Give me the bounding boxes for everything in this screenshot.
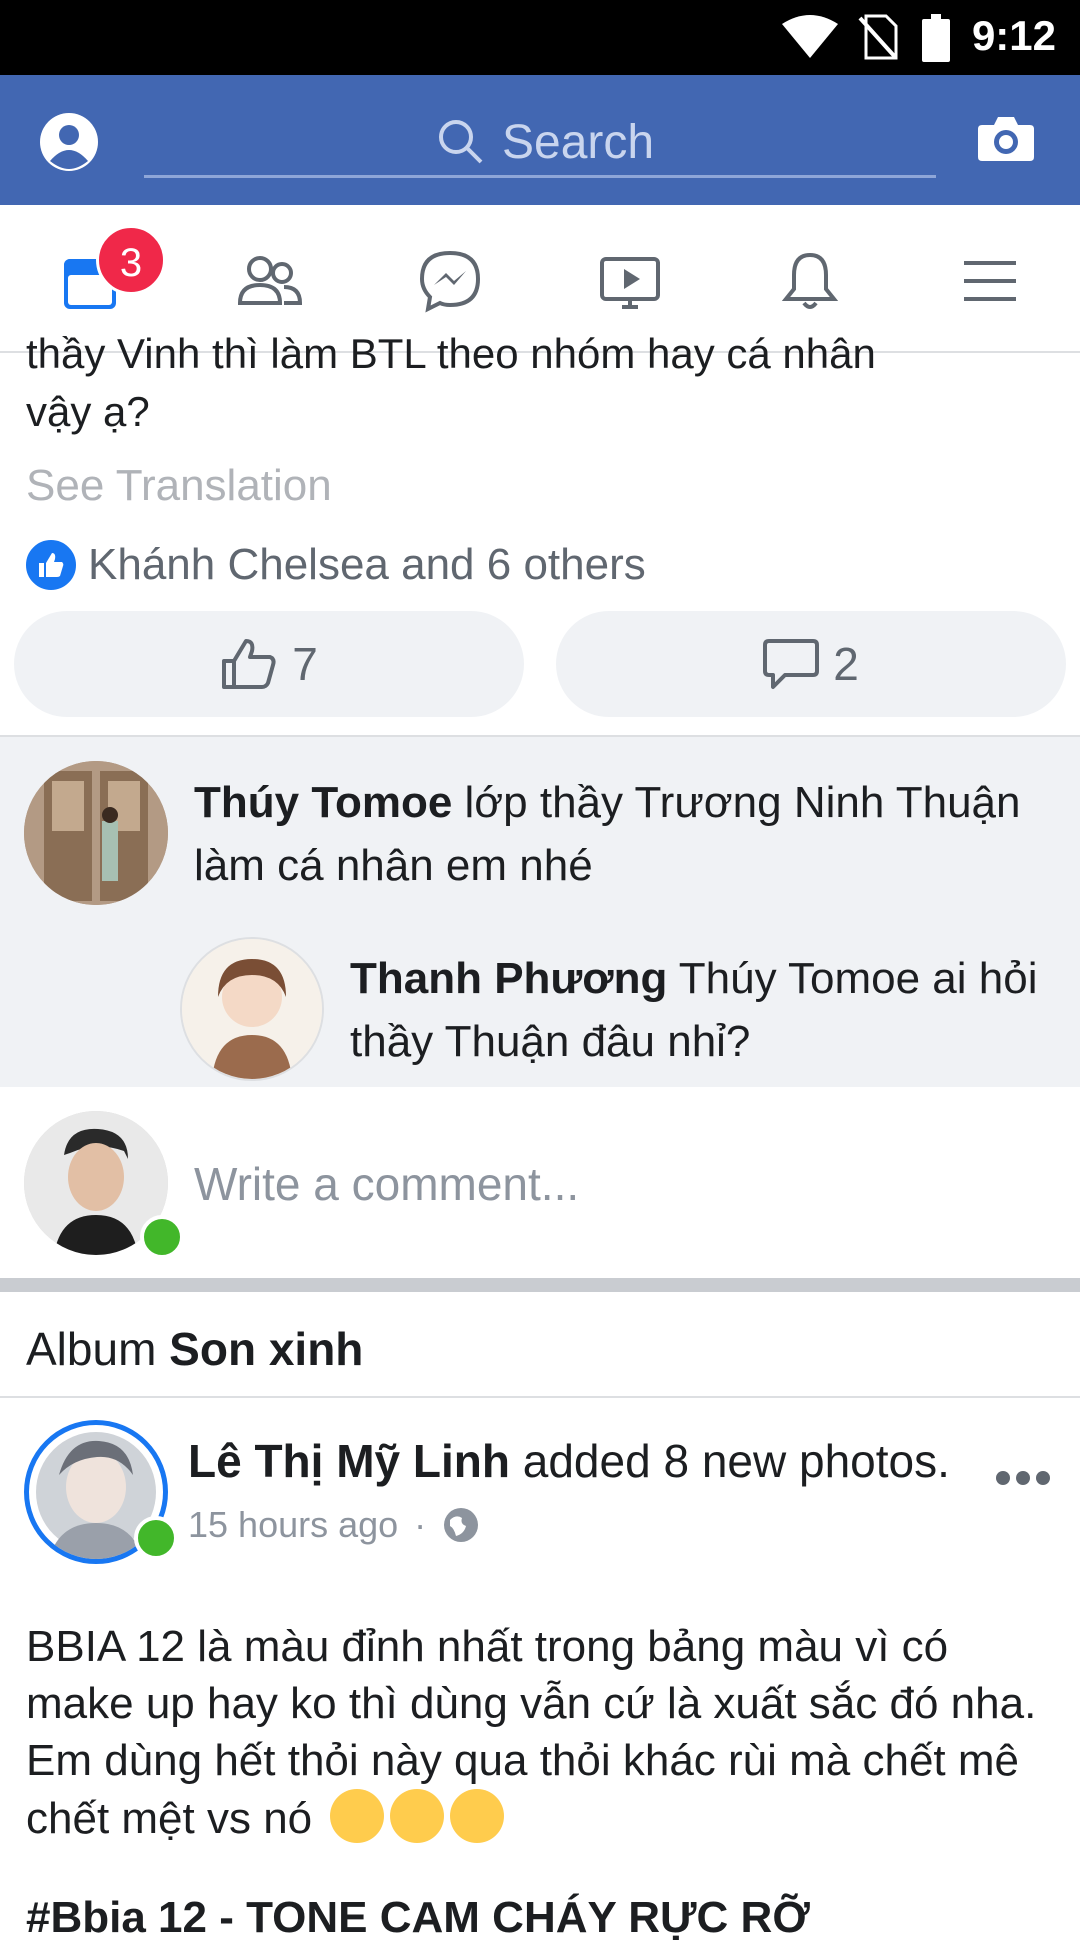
no-sim-icon — [858, 14, 898, 60]
online-status-dot — [140, 1215, 184, 1259]
profile-icon[interactable] — [38, 111, 100, 173]
reactions-summary[interactable]: Khánh Chelsea and 6 others — [24, 538, 646, 592]
post-body: BBIA 12 là màu đỉnh nhất trong bảng màu … — [26, 1618, 1056, 1847]
see-translation-link[interactable]: See Translation — [26, 461, 332, 511]
disappointed-face-emoji — [390, 1789, 445, 1843]
globe-icon — [444, 1508, 479, 1542]
feed-divider — [0, 1278, 1080, 1292]
watch-video-icon — [600, 257, 660, 309]
disappointed-face-emoji — [450, 1789, 505, 1843]
like-button[interactable]: 7 — [14, 611, 524, 717]
friends-icon — [237, 256, 303, 305]
comment-count: 2 — [833, 638, 859, 690]
write-comment-row: Write a comment... — [0, 1087, 1080, 1277]
album-prefix: Album — [26, 1323, 170, 1375]
album-header[interactable]: Album Son xinh — [0, 1292, 1080, 1398]
status-bar: 9:12 — [0, 0, 1080, 75]
comment-button[interactable]: 2 — [556, 611, 1066, 717]
battery-icon — [922, 14, 950, 62]
comment-reply: Thanh Phương Thúy Tomoe ai hỏi thầy Thuậ… — [350, 947, 1050, 1073]
post-action: added 8 new photos. — [509, 1435, 950, 1487]
hamburger-menu-icon — [964, 261, 1016, 301]
search-bar[interactable]: Search — [144, 105, 936, 178]
reactions-text: Khánh Chelsea and 6 others — [88, 540, 646, 589]
comment: Thúy Tomoe lớp thầy Trương Ninh Thuận là… — [194, 771, 1034, 897]
bell-icon — [781, 252, 839, 309]
post-meta: 15 hours ago · — [188, 1504, 480, 1546]
post-timestamp[interactable]: 15 hours ago — [188, 1504, 398, 1546]
tab-news-feed[interactable]: 3 — [56, 225, 166, 317]
post-text-line-partial: thầy Vinh thì làm BTL theo nhóm hay cá n… — [26, 330, 876, 377]
comment-bubble-icon — [763, 639, 820, 689]
thumbs-up-icon — [222, 639, 276, 689]
tab-messenger[interactable] — [414, 245, 486, 317]
post-header: Lê Thị Mỹ Linh added 8 new photos. — [188, 1434, 950, 1488]
comment-input[interactable]: Write a comment... — [194, 1157, 579, 1211]
avatar[interactable] — [24, 761, 168, 905]
comments-list: Thúy Tomoe lớp thầy Trương Ninh Thuận là… — [0, 735, 1080, 1089]
post-body-next-line: #Bbia 12 - TONE CAM CHÁY RỰC RỠ — [26, 1893, 810, 1942]
tab-watch[interactable] — [594, 245, 666, 317]
album-title: Album Son xinh — [26, 1322, 363, 1376]
meta-separator: · — [414, 1504, 427, 1545]
author-name[interactable]: Lê Thị Mỹ Linh — [188, 1435, 510, 1487]
messenger-icon — [419, 250, 481, 313]
album-name[interactable]: Son xinh — [169, 1323, 363, 1375]
like-reaction-icon — [24, 538, 78, 592]
more-options-icon[interactable] — [995, 1468, 1051, 1488]
avatar[interactable] — [180, 937, 324, 1081]
wifi-icon — [782, 15, 838, 58]
post-card: Lê Thị Mỹ Linh added 8 new photos. 15 ho… — [0, 1398, 1080, 1942]
post-text-line: vậy ạ? — [26, 388, 150, 435]
search-placeholder: Search — [502, 116, 655, 169]
notification-badge: 3 — [96, 225, 166, 295]
post-body-text: BBIA 12 là màu đỉnh nhất trong bảng màu … — [26, 1622, 1037, 1843]
comment-author[interactable]: Thúy Tomoe — [194, 778, 452, 827]
clock: 9:12 — [971, 12, 1056, 59]
tab-friends[interactable] — [234, 245, 306, 317]
comment-author[interactable]: Thanh Phương — [350, 954, 667, 1003]
camera-icon[interactable] — [978, 113, 1034, 163]
search-icon — [439, 120, 483, 164]
tab-notifications[interactable] — [774, 245, 846, 317]
online-status-dot — [134, 1516, 178, 1560]
tab-menu[interactable] — [954, 245, 1026, 317]
top-app-bar: Search — [0, 75, 1080, 205]
post-card: thầy Vinh thì làm BTL theo nhóm hay cá n… — [0, 330, 1080, 733]
post-text: thầy Vinh thì làm BTL theo nhóm hay cá n… — [26, 330, 1056, 441]
disappointed-face-emoji — [330, 1789, 385, 1843]
like-count: 7 — [292, 638, 318, 690]
